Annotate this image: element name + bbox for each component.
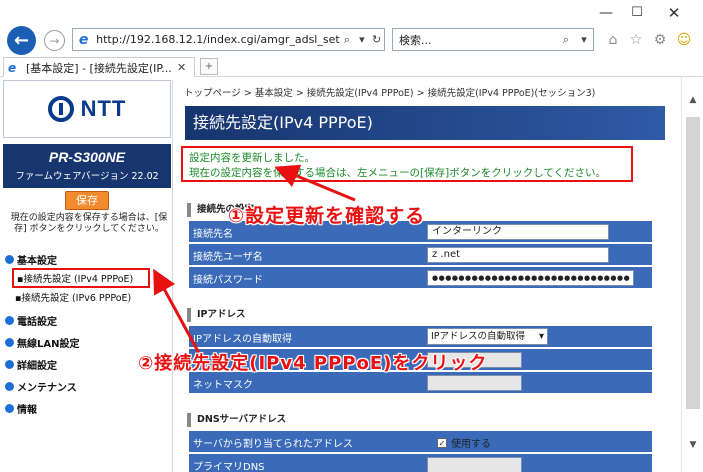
- title-bar: — ☐ ✕: [0, 0, 703, 25]
- settings-gear-icon[interactable]: ⚙: [651, 31, 669, 49]
- tab-favicon-icon: e: [8, 60, 17, 75]
- tab-title[interactable]: [基本設定] - [接続先設定(IP...: [26, 60, 172, 76]
- forward-arrow-icon: →: [49, 33, 60, 48]
- annotation-arrow-1: [274, 164, 356, 202]
- ie-icon: e: [78, 31, 89, 48]
- search-box[interactable]: 検索... ⌕ ▾: [392, 28, 594, 51]
- close-button[interactable]: ✕: [656, 0, 692, 25]
- address-toolbar: ← → e http://192.168.12.1/index.cgi/amgr…: [0, 25, 703, 55]
- dropdown-icon[interactable]: ▾: [354, 33, 369, 46]
- search-icon[interactable]: ⌕: [557, 33, 575, 47]
- refresh-icon[interactable]: ↻: [369, 33, 384, 46]
- url-search-icon[interactable]: ⌕: [340, 33, 355, 47]
- back-arrow-icon: ←: [13, 30, 30, 51]
- maximize-button[interactable]: ☐: [619, 0, 655, 25]
- tab-row: e [基本設定] - [接続先設定(IP... ✕ +: [0, 55, 703, 77]
- tab-close-icon[interactable]: ✕: [177, 61, 191, 74]
- annotation-step1: ①設定更新を確認する: [227, 205, 426, 228]
- forward-button[interactable]: →: [44, 30, 65, 51]
- address-url[interactable]: http://192.168.12.1/index.cgi/amgr_adsl_…: [96, 33, 340, 46]
- page-content: NTT PR-S300NE ファームウェアバージョン 22.02 保存 現在の設…: [0, 77, 703, 472]
- browser-tab[interactable]: e [基本設定] - [接続先設定(IP... ✕: [3, 57, 195, 77]
- annotation-step2: ②接続先設定(IPv4 PPPoE)をクリック: [137, 353, 488, 375]
- address-bar[interactable]: e http://192.168.12.1/index.cgi/amgr_ads…: [72, 28, 385, 51]
- search-placeholder[interactable]: 検索...: [399, 32, 557, 48]
- search-dropdown-icon[interactable]: ▾: [575, 33, 593, 46]
- feedback-smiley-icon[interactable]: ☺: [675, 31, 693, 49]
- favorites-icon[interactable]: ☆: [627, 31, 645, 49]
- annotation-arrow-2: [153, 268, 202, 356]
- browser-window: — ☐ ✕ ← → e http://192.168.12.1/index.cg…: [0, 0, 703, 472]
- annotation-arrows: [153, 164, 356, 356]
- back-button[interactable]: ←: [7, 26, 36, 55]
- home-icon[interactable]: ⌂: [604, 31, 622, 49]
- new-tab-button[interactable]: +: [200, 58, 218, 75]
